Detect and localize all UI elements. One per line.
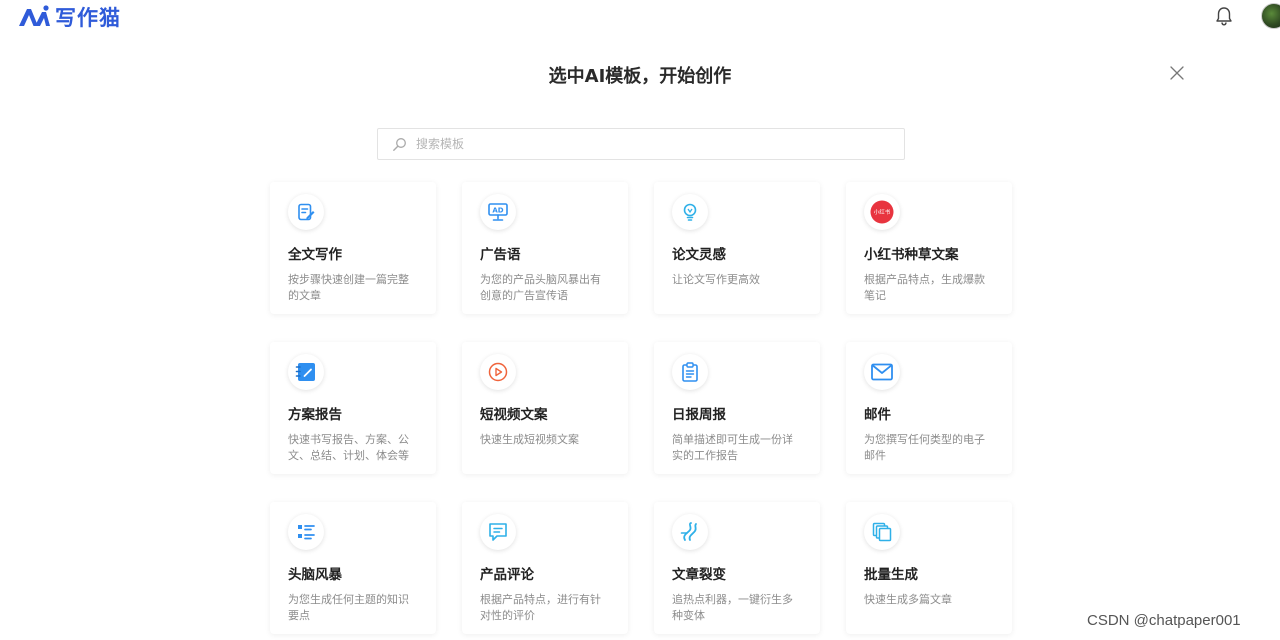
card-description: 根据产品特点，进行有针对性的评价 (480, 593, 601, 622)
card-description: 快速生成短视频文案 (480, 433, 579, 446)
card-title: 文章裂变 (672, 567, 726, 583)
search-input[interactable] (416, 129, 886, 159)
modal-title: 选中AI模板，开始创作 (548, 66, 732, 87)
template-card-product-review[interactable]: 产品评论 根据产品特点，进行有针对性的评价 (462, 502, 628, 634)
card-title: 广告语 (480, 247, 521, 263)
app-logo[interactable]: 写作猫 (17, 2, 121, 32)
card-title: 论文灵感 (672, 247, 726, 263)
card-description: 追热点利器，一键衍生多种变体 (672, 593, 793, 622)
lightbulb-icon (672, 194, 708, 230)
search-box (377, 128, 905, 160)
card-description: 为您生成任何主题的知识要点 (288, 593, 409, 622)
card-title: 日报周报 (672, 407, 726, 423)
card-title: 方案报告 (288, 407, 342, 423)
close-icon[interactable] (1168, 64, 1186, 82)
ad-board-icon: AD (480, 194, 516, 230)
mail-icon (864, 354, 900, 390)
top-bar: 写作猫 (0, 0, 1280, 30)
logo-text: 写作猫 (55, 5, 121, 30)
template-card-xiaohongshu[interactable]: 小红书 小红书种草文案 根据产品特点，生成爆款笔记 (846, 182, 1012, 314)
card-title: 产品评论 (480, 567, 534, 583)
template-card-slogan[interactable]: AD 广告语 为您的产品头脑风暴出有创意的广告宣传语 (462, 182, 628, 314)
notebook-icon (288, 354, 324, 390)
card-title: 头脑风暴 (288, 567, 342, 583)
template-card-full-article[interactable]: 全文写作 按步骤快速创建一篇完整的文章 (270, 182, 436, 314)
list-icon (288, 514, 324, 550)
card-description: 按步骤快速创建一篇完整的文章 (288, 273, 409, 302)
card-description: 简单描述即可生成一份详实的工作报告 (672, 433, 793, 462)
card-description: 快速生成多篇文章 (864, 593, 952, 606)
template-card-brainstorm[interactable]: 头脑风暴 为您生成任何主题的知识要点 (270, 502, 436, 634)
xiaohongshu-icon-text: 小红书 (874, 208, 891, 216)
card-description: 为您的产品头脑风暴出有创意的广告宣传语 (480, 273, 601, 302)
card-description: 让论文写作更高效 (672, 273, 760, 286)
csdn-watermark: CSDN @chatpaper001 (1087, 612, 1241, 629)
logo-mark-icon (19, 5, 50, 26)
xiaohongshu-icon: 小红书 (864, 194, 900, 230)
search-icon (393, 138, 406, 151)
template-card-article-fission[interactable]: 文章裂变 追热点利器，一键衍生多种变体 (654, 502, 820, 634)
template-card-batch-generate[interactable]: 批量生成 快速生成多篇文章 (846, 502, 1012, 634)
template-card-daily-report[interactable]: 日报周报 简单描述即可生成一份详实的工作报告 (654, 342, 820, 474)
card-title: 小红书种草文案 (864, 247, 959, 263)
card-title: 全文写作 (288, 247, 342, 263)
copies-icon (864, 514, 900, 550)
user-avatar[interactable] (1261, 3, 1280, 29)
template-card-paper-inspiration[interactable]: 论文灵感 让论文写作更高效 (654, 182, 820, 314)
template-card-email[interactable]: 邮件 为您撰写任何类型的电子邮件 (846, 342, 1012, 474)
card-description: 为您撰写任何类型的电子邮件 (864, 433, 985, 462)
card-title: 邮件 (864, 407, 891, 423)
svg-text:AD: AD (492, 207, 503, 215)
comment-icon (480, 514, 516, 550)
card-description: 快速书写报告、方案、公文、总结、计划、体会等 (288, 433, 409, 462)
edit-doc-icon (288, 194, 324, 230)
card-description: 根据产品特点，生成爆款笔记 (864, 273, 985, 302)
card-title: 短视频文案 (480, 407, 548, 423)
notification-bell-icon[interactable] (1213, 5, 1235, 27)
template-card-report[interactable]: 方案报告 快速书写报告、方案、公文、总结、计划、体会等 (270, 342, 436, 474)
template-grid: 全文写作 按步骤快速创建一篇完整的文章 AD 广告语 为您的产品头脑风暴出有创意… (270, 182, 1012, 634)
split-icon (672, 514, 708, 550)
play-circle-icon (480, 354, 516, 390)
clipboard-icon (672, 354, 708, 390)
template-card-short-video[interactable]: 短视频文案 快速生成短视频文案 (462, 342, 628, 474)
card-title: 批量生成 (864, 567, 918, 583)
